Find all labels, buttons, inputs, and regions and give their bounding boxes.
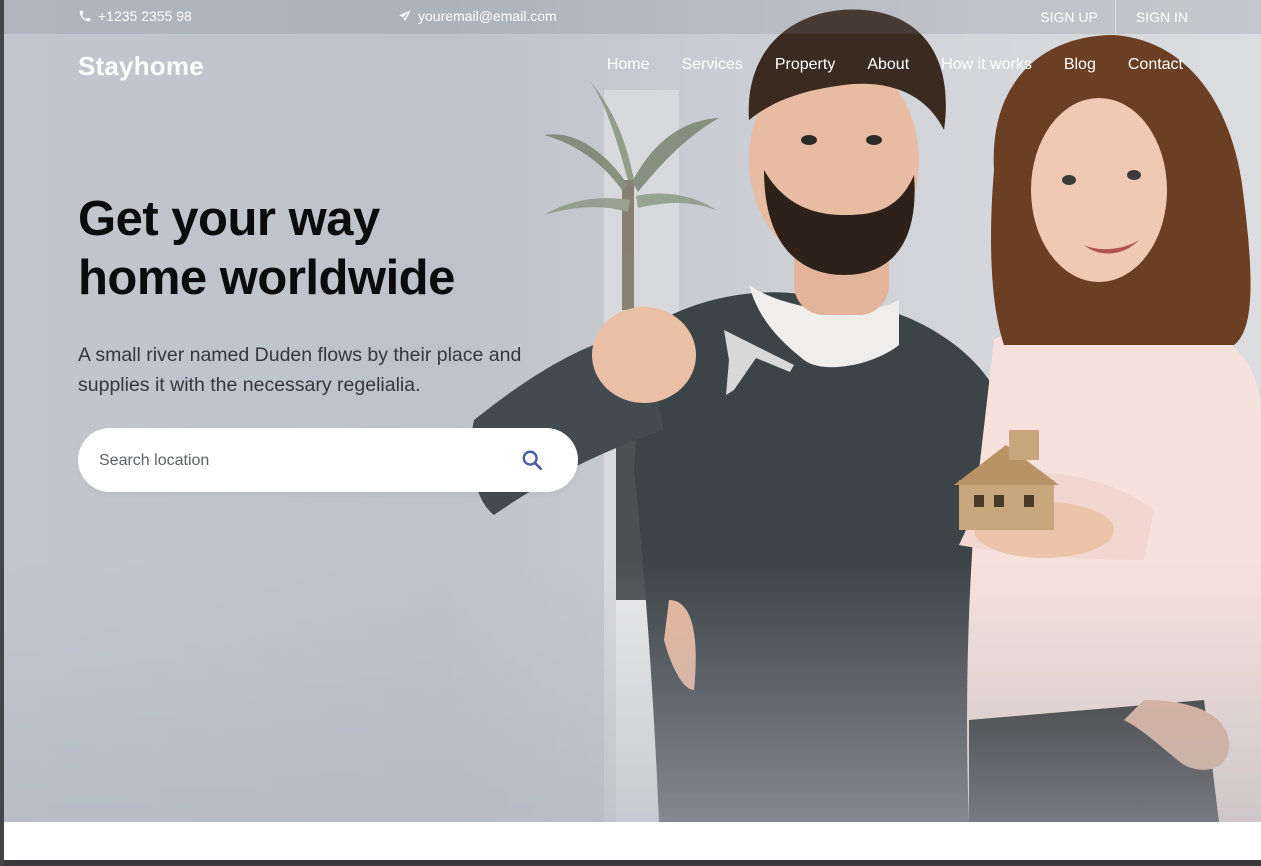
sign-up-link[interactable]: SIGN UP xyxy=(1040,0,1115,34)
hero-section: +1235 2355 98 youremail@email.com SIGN U… xyxy=(4,0,1261,822)
nav-item-how-it-works[interactable]: How it works xyxy=(941,56,1032,74)
hero-subtext: A small river named Duden flows by their… xyxy=(78,344,522,396)
phone-number: +1235 2355 98 xyxy=(98,8,192,24)
brand-logo[interactable]: Stayhome xyxy=(78,51,204,82)
sign-in-link[interactable]: SIGN IN xyxy=(1136,0,1261,34)
top-contact-bar: +1235 2355 98 youremail@email.com SIGN U… xyxy=(4,0,1261,34)
nav-item-home[interactable]: Home xyxy=(607,56,650,74)
nav-item-blog[interactable]: Blog xyxy=(1064,56,1096,74)
search-location-input[interactable] xyxy=(97,428,501,494)
auth-divider xyxy=(1114,0,1116,34)
email-address: youremail@email.com xyxy=(418,8,557,24)
location-search-box xyxy=(78,428,578,494)
nav-item-services[interactable]: Services xyxy=(682,56,743,74)
search-button[interactable] xyxy=(518,446,546,474)
phone-contact[interactable]: +1235 2355 98 xyxy=(78,8,192,24)
nav-item-about[interactable]: About xyxy=(867,56,909,74)
search-icon xyxy=(521,449,543,471)
nav-item-contact[interactable]: Contact xyxy=(1128,56,1183,74)
main-nav: Home Services Property About How it work… xyxy=(575,56,1183,74)
paper-plane-icon xyxy=(398,9,412,23)
hero-shade xyxy=(4,562,1261,822)
hero-headline-line-1: Get your way xyxy=(78,192,380,246)
phone-icon xyxy=(78,9,92,23)
auth-links: SIGN UP SIGN IN xyxy=(1040,0,1261,34)
hero-headline: Get your way home worldwide xyxy=(78,190,548,308)
nav-item-property[interactable]: Property xyxy=(775,56,835,74)
hero-headline-line-2: home worldwide xyxy=(78,251,455,305)
next-section-edge xyxy=(4,822,1261,860)
email-contact[interactable]: youremail@email.com xyxy=(398,8,557,24)
